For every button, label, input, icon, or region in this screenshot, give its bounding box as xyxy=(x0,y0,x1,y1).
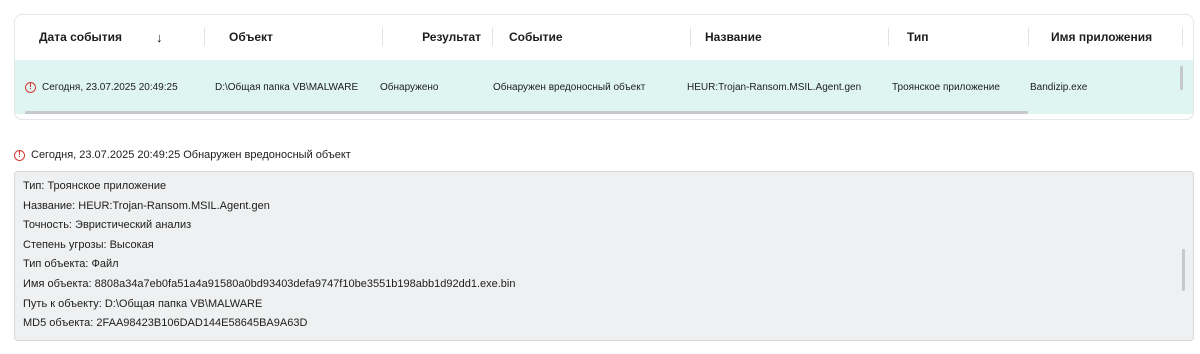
column-header-object[interactable]: Объект xyxy=(219,15,383,59)
arrow-down-icon[interactable]: ↓ xyxy=(156,30,163,45)
detail-line-object-path: Путь к объекту: D:\Общая папка VB\MALWAR… xyxy=(23,297,263,310)
alert-circle-icon: ! xyxy=(25,81,36,93)
events-table: Дата события ↓ Объект Результат Событие … xyxy=(14,14,1194,120)
cell-app: Bandizip.exe xyxy=(1030,81,1088,93)
detail-line-md5: MD5 объекта: 2FAA98423B106DAD144E58645BA… xyxy=(23,317,308,330)
column-header-result[interactable]: Результат xyxy=(391,15,493,59)
detail-header: ! Сегодня, 23.07.2025 20:49:25 Обнаружен… xyxy=(14,146,351,164)
column-header-event[interactable]: Событие xyxy=(499,15,691,59)
detail-line-name: Название: HEUR:Trojan-Ransom.MSIL.Agent.… xyxy=(23,199,270,212)
cell-date: ! Сегодня, 23.07.2025 20:49:25 xyxy=(15,60,213,114)
horizontal-scrollbar[interactable] xyxy=(25,111,1028,114)
cell-result: Обнаружено xyxy=(380,81,439,93)
table-row[interactable]: ! Сегодня, 23.07.2025 20:49:25 D:\Общая … xyxy=(15,60,1193,114)
column-header-type[interactable]: Тип xyxy=(895,15,1029,59)
cell-name: HEUR:Trojan-Ransom.MSIL.Agent.gen xyxy=(687,81,862,93)
cell-object: D:\Общая папка VB\MALWARE xyxy=(215,81,359,93)
detail-line-object-name: Имя объекта: 8808a34a7eb0fa51a4a91580a0b… xyxy=(23,277,516,290)
cell-event: Обнаружен вредоносный объект xyxy=(493,81,646,93)
detail-scrollbar[interactable] xyxy=(1182,249,1185,291)
table-header: Дата события ↓ Объект Результат Событие … xyxy=(15,15,1193,59)
detail-panel[interactable]: Тип: Троянское приложение Название: HEUR… xyxy=(14,171,1194,341)
vertical-scrollbar[interactable] xyxy=(1180,66,1183,90)
detail-line-threat-level: Степень угрозы: Высокая xyxy=(23,238,154,251)
column-header-name[interactable]: Название xyxy=(691,15,889,59)
column-header-date[interactable]: Дата события ↓ xyxy=(29,15,205,59)
detail-line-type: Тип: Троянское приложение xyxy=(23,180,167,192)
cell-type: Троянское приложение xyxy=(892,81,1000,93)
detail-line-object-type: Тип объекта: Файл xyxy=(23,258,119,271)
alert-circle-icon: ! xyxy=(14,149,25,161)
column-header-app[interactable]: Имя приложения xyxy=(1029,15,1183,59)
detail-line-accuracy: Точность: Эвристический анализ xyxy=(23,219,192,232)
